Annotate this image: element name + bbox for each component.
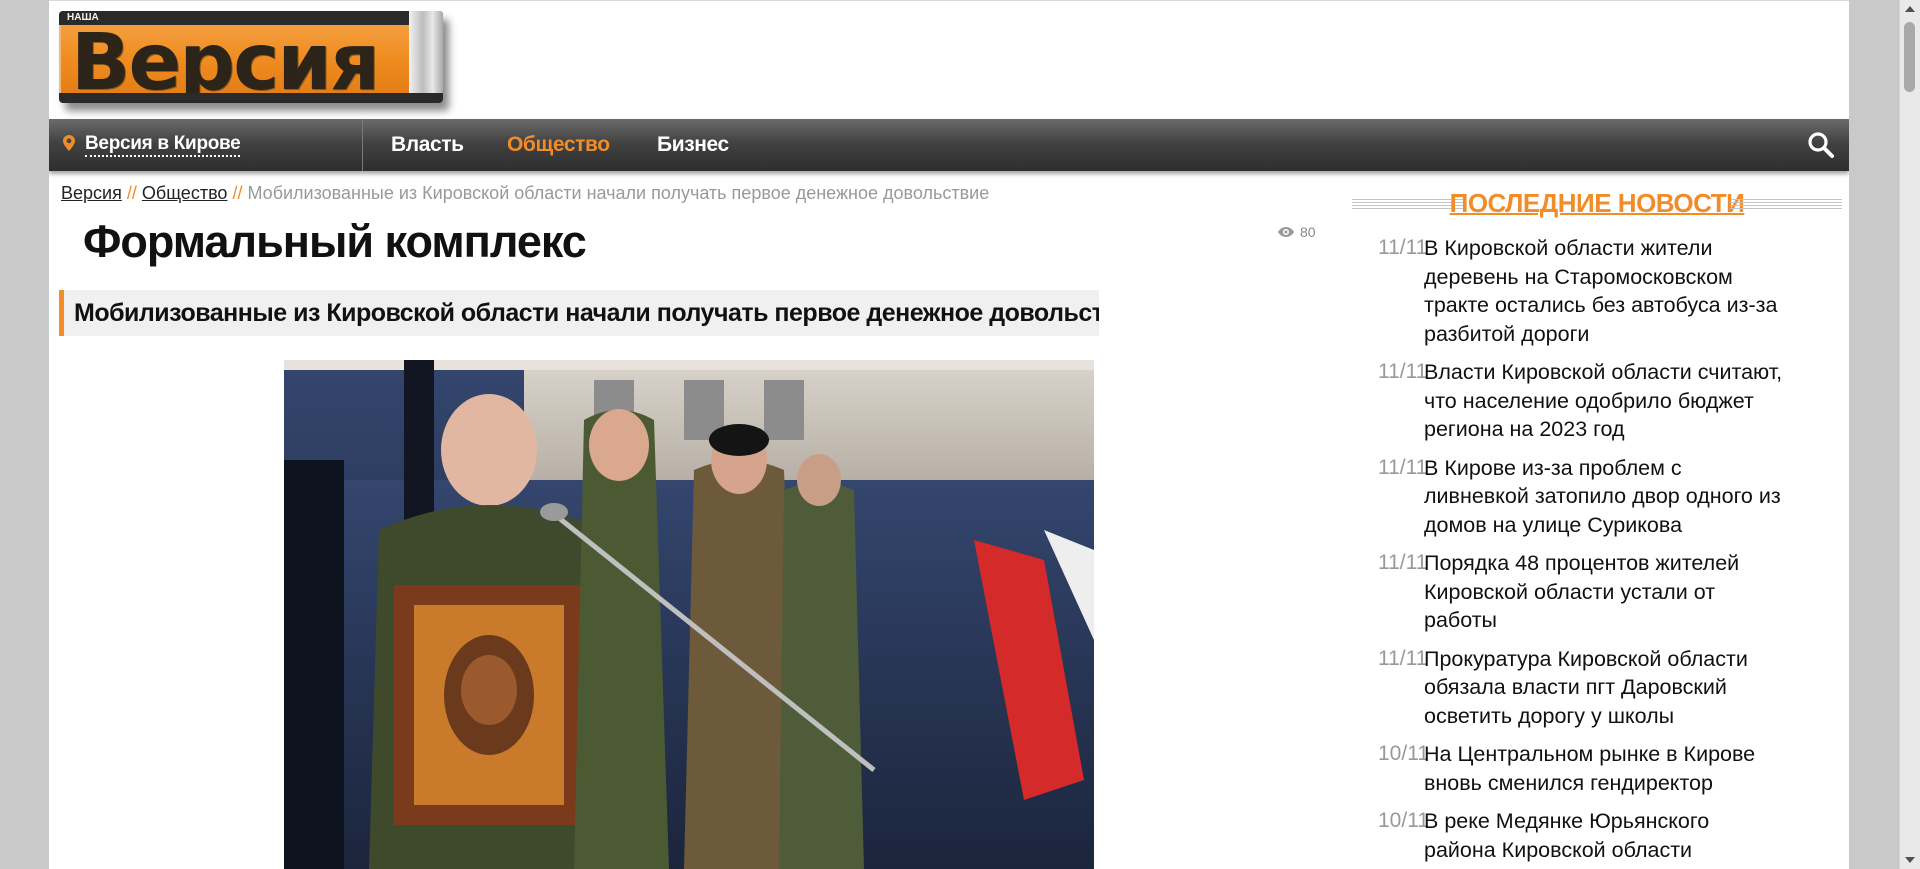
site-header: НАША Версия	[49, 0, 1849, 120]
view-counter: 80	[1278, 224, 1316, 240]
news-item[interactable]: 11/11 Порядка 48 процентов жителей Киров…	[1352, 549, 1842, 635]
news-item[interactable]: 11/11 Прокуратура Кировской области обяз…	[1352, 645, 1842, 731]
news-item[interactable]: 10/11 В реке Медянке Юрьянского района К…	[1352, 807, 1842, 869]
article-subtitle: Мобилизованные из Кировской области нача…	[59, 290, 1099, 336]
breadcrumb-separator: //	[232, 183, 243, 203]
latest-news-header: ПОСЛЕДНИЕ НОВОСТИ	[1352, 186, 1842, 222]
news-date: 11/11	[1378, 455, 1428, 479]
page: НАША Версия Версия в Кирове Власть Общес…	[49, 0, 1849, 869]
heading-decor-right	[1730, 199, 1842, 210]
news-date: 11/11	[1378, 551, 1428, 574]
news-item[interactable]: 10/11 На Центральном рынке в Кирове внов…	[1352, 740, 1842, 797]
breadcrumb-current: Мобилизованные из Кировской области нача…	[247, 183, 990, 203]
news-link[interactable]: В реке Медянке Юрьянского района Кировск…	[1424, 807, 1784, 869]
news-date: 11/11	[1378, 236, 1428, 259]
location-link[interactable]: Версия в Кирове	[85, 133, 241, 157]
news-date: 10/11	[1378, 742, 1429, 765]
breadcrumb-home-link[interactable]: Версия	[61, 183, 122, 203]
news-link[interactable]: Прокуратура Кировской области обязала вл…	[1424, 645, 1784, 731]
news-link[interactable]: Порядка 48 процентов жителей Кировской о…	[1424, 549, 1784, 635]
article-title: Формальный комплекс	[83, 216, 587, 267]
news-item[interactable]: 11/11 В Кирове из-за проблем с ливневкой…	[1352, 454, 1842, 540]
view-count: 80	[1300, 224, 1316, 240]
news-link[interactable]: В Кирове из-за проблем с ливневкой затоп…	[1424, 454, 1784, 540]
map-pin-icon	[63, 135, 75, 151]
logo-bottom-strip	[59, 93, 443, 103]
logo-wordmark: Версия	[71, 18, 380, 103]
latest-news: ПОСЛЕДНИЕ НОВОСТИ 11/11 В Кировской обла…	[1352, 186, 1842, 869]
site-logo[interactable]: НАША Версия	[59, 11, 443, 103]
nav-item-biznes[interactable]: Бизнес	[657, 133, 729, 157]
news-list: 11/11 В Кировской области жители деревен…	[1352, 234, 1842, 869]
breadcrumb-separator: //	[126, 183, 137, 203]
news-date: 10/11	[1378, 809, 1429, 832]
news-link[interactable]: На Центральном рынке в Кирове вновь смен…	[1424, 740, 1784, 797]
eye-icon	[1278, 227, 1294, 237]
scroll-thumb[interactable]	[1904, 22, 1915, 92]
search-icon[interactable]	[1807, 131, 1835, 159]
article-photo-image	[284, 360, 1094, 869]
news-item[interactable]: 11/11 Власти Кировской области считают, …	[1352, 358, 1842, 444]
article-photo[interactable]	[284, 360, 1094, 869]
news-link[interactable]: Власти Кировской области считают, что на…	[1424, 358, 1784, 444]
main-nav: Версия в Кирове Власть Общество Бизнес	[49, 119, 1849, 171]
page-scrollbar[interactable]	[1899, 0, 1920, 869]
breadcrumb-section-link[interactable]: Общество	[142, 183, 228, 203]
news-date: 11/11	[1378, 646, 1428, 670]
scroll-up-arrow-icon[interactable]	[1905, 6, 1915, 12]
nav-item-vlast[interactable]: Власть	[391, 133, 464, 157]
news-link[interactable]: В Кировской области жители деревень на С…	[1424, 234, 1784, 348]
news-item[interactable]: 11/11 В Кировской области жители деревен…	[1352, 234, 1842, 348]
scroll-down-arrow-icon[interactable]	[1905, 857, 1915, 863]
nav-location[interactable]: Версия в Кирове	[49, 119, 363, 171]
breadcrumb: Версия // Общество // Мобилизованные из …	[61, 183, 989, 204]
logo-paper-curl	[409, 11, 443, 103]
news-date: 11/11	[1378, 360, 1428, 383]
nav-item-obshchestvo[interactable]: Общество	[507, 133, 610, 157]
